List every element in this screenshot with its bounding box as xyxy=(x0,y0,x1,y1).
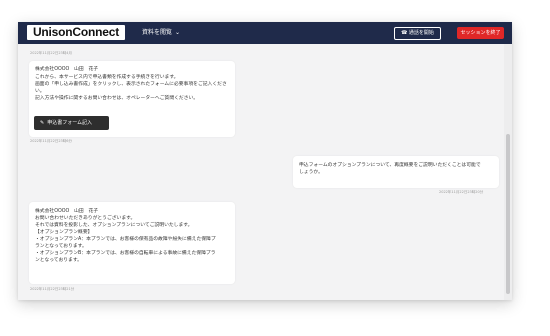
top-navigation-bar: UnisonConnect 資料を閲覧 ⌄ ☎ 通話を開始 セッションを終了 xyxy=(18,22,512,44)
message-timestamp: 2022年11月22日23時6分 xyxy=(30,139,72,143)
message-line: 申込フォームのオプションプランについて、再度概要をご説明いただくことは可能で xyxy=(299,163,481,168)
operator-message-card: 株式会社OOOO 山田 花子 お問い合わせいただきありがとうございます。 それで… xyxy=(29,202,235,284)
message-timestamp: 2022年11月22日23時4月 xyxy=(30,51,72,55)
message-sender: 株式会社OOOO 山田 花子 xyxy=(35,67,99,72)
start-call-label: 通話を開始 xyxy=(408,30,434,36)
message-line: しょうか。 xyxy=(299,170,323,175)
message-line: ンとなっております。 xyxy=(35,258,82,263)
end-session-button[interactable]: セッションを終了 xyxy=(457,27,504,39)
document-menu-label: 資料を閲覧 xyxy=(142,29,173,36)
chevron-down-icon: ⌄ xyxy=(175,29,181,36)
message-timestamp: 2022年11月22日23時21分 xyxy=(30,287,75,291)
operator-message-card: 株式会社OOOO 山田 花子 これから、本サービス内で申込書類を作成する手続きを… xyxy=(29,61,235,137)
message-line: 画面の「申し込み書作成」をクリックし、表示されたフォームに必要事項をご記入くださ xyxy=(35,81,227,87)
chat-scrollbar[interactable] xyxy=(504,44,512,300)
scrollbar-thumb[interactable] xyxy=(506,134,510,294)
phone-icon: ☎ xyxy=(401,30,408,36)
start-call-button[interactable]: ☎ 通話を開始 xyxy=(394,27,441,40)
chat-area[interactable]: 2022年11月22日23時4月 株式会社OOOO 山田 花子 これから、本サー… xyxy=(18,44,504,300)
end-session-label: セッションを終了 xyxy=(460,30,501,36)
message-line: 記入方法や操作に関するお問い合わせは、オペレーターへご質問ください。 xyxy=(35,95,199,101)
customer-message-card: 申込フォームのオプションプランについて、再度概要をご説明いただくことは可能で し… xyxy=(293,156,499,188)
pencil-icon: ✎ xyxy=(40,120,45,126)
app-window: UnisonConnect 資料を閲覧 ⌄ ☎ 通話を開始 セッションを終了 20… xyxy=(18,22,512,300)
application-form-button-label: 申込書フォーム記入 xyxy=(47,120,93,126)
logo: UnisonConnect xyxy=(27,25,125,40)
document-menu[interactable]: 資料を閲覧 ⌄ xyxy=(142,28,180,38)
message-timestamp: 2022年11月22日23時20分 xyxy=(439,190,484,194)
application-form-button[interactable]: ✎ 申込書フォーム記入 xyxy=(34,116,109,130)
